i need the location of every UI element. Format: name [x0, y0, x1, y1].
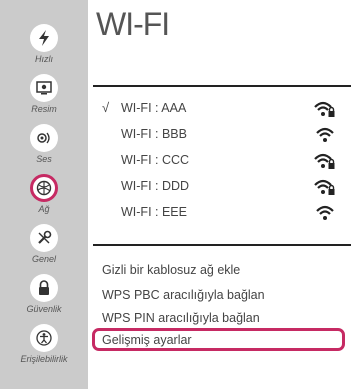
settings-sidebar: Hızlı Resim Ses Ağ Genel Güvenlik Erişil… — [0, 0, 88, 389]
network-name: WI-FI : EEE — [121, 205, 187, 219]
network-item-bbb[interactable]: WI-FI : BBB — [88, 126, 354, 146]
quick-icon — [30, 24, 58, 52]
network-item-aaa[interactable]: √ WI-FI : AAA — [88, 100, 354, 120]
sidebar-item-label: Ağ — [38, 204, 50, 214]
sidebar-item-label: Erişilebilirlik — [20, 354, 68, 364]
sidebar-item-label: Ses — [36, 154, 52, 164]
wps-pin-connect-item[interactable]: WPS PIN aracılığıyla bağlan — [102, 311, 260, 325]
wps-pbc-connect-item[interactable]: WPS PBC aracılığıyla bağlan — [102, 288, 265, 302]
picture-icon — [30, 74, 58, 102]
divider — [93, 85, 351, 87]
wifi-icon — [316, 127, 334, 142]
sidebar-item-label: Genel — [31, 254, 57, 264]
network-name: WI-FI : CCC — [121, 153, 190, 167]
network-name: WI-FI : AAA — [121, 101, 187, 115]
network-item-ddd[interactable]: WI-FI : DDD — [88, 178, 354, 198]
wifi-secured-icon — [314, 101, 335, 117]
wifi-secured-icon — [314, 179, 335, 195]
sidebar-item-label: Güvenlik — [26, 304, 62, 314]
network-name: WI-FI : BBB — [121, 127, 187, 141]
network-item-eee[interactable]: WI-FI : EEE — [88, 204, 354, 224]
sound-icon — [30, 124, 58, 152]
accessibility-icon — [30, 324, 58, 352]
network-item-ccc[interactable]: WI-FI : CCC — [88, 152, 354, 172]
sidebar-item-quick[interactable]: Hızlı — [0, 20, 88, 72]
advanced-settings-item[interactable]: Gelişmiş ayarlar — [102, 333, 192, 347]
network-name: WI-FI : DDD — [121, 179, 190, 193]
sidebar-item-label: Hızlı — [35, 54, 53, 64]
sidebar-item-label: Resim — [31, 104, 57, 114]
sidebar-item-network[interactable]: Ağ — [0, 170, 88, 222]
lock-icon — [30, 274, 58, 302]
sidebar-item-sound[interactable]: Ses — [0, 120, 88, 172]
wifi-panel: WI-FI √ WI-FI : AAA WI-FI : BBB WI-FI : … — [88, 0, 354, 389]
wifi-secured-icon — [314, 153, 335, 169]
wifi-icon — [316, 205, 334, 220]
divider — [93, 244, 351, 246]
add-hidden-network-item[interactable]: Gizli bir kablosuz ağ ekle — [102, 263, 240, 277]
sidebar-item-accessibility[interactable]: Erişilebilirlik — [0, 320, 88, 372]
sidebar-item-picture[interactable]: Resim — [0, 70, 88, 122]
page-title: WI-FI — [96, 6, 170, 42]
network-icon — [30, 174, 58, 202]
connected-check-icon: √ — [102, 100, 110, 115]
general-icon — [30, 224, 58, 252]
sidebar-item-general[interactable]: Genel — [0, 220, 88, 272]
sidebar-item-security[interactable]: Güvenlik — [0, 270, 88, 322]
